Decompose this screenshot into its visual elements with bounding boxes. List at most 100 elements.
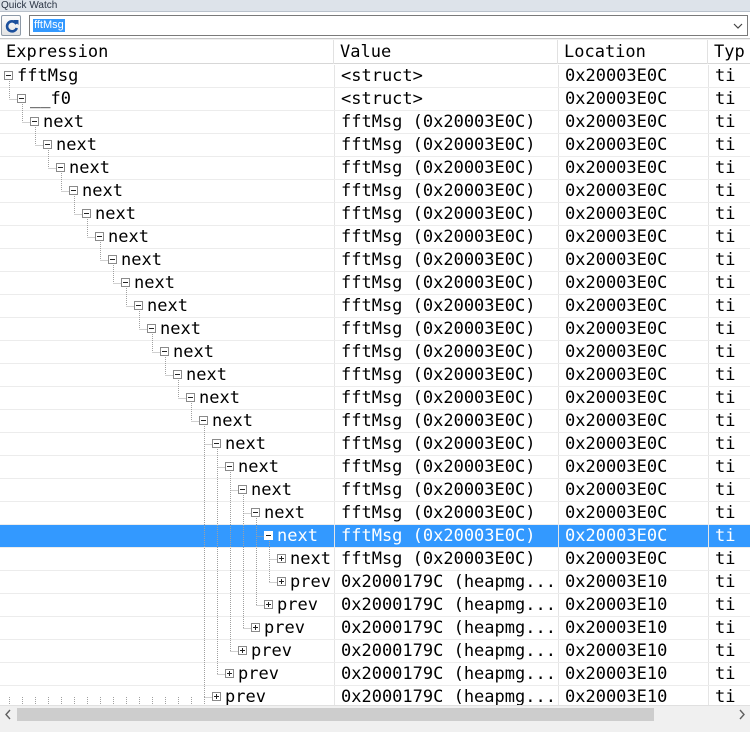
location-cell: 0x20003E0C	[558, 65, 708, 87]
value-cell: fftMsg (0x20003E0C)	[334, 364, 558, 386]
value-cell: 0x2000179C (heapmg...	[334, 686, 558, 705]
location-cell: 0x20003E10	[558, 663, 708, 685]
location-cell: 0x20003E0C	[558, 479, 708, 501]
value-cell: 0x2000179C (heapmg...	[334, 594, 558, 616]
type-cell: ti	[708, 88, 750, 110]
type-cell: ti	[708, 525, 750, 547]
location-cell: 0x20003E0C	[558, 548, 708, 570]
type-cell: ti	[708, 594, 750, 616]
type-cell: ti	[708, 456, 750, 478]
value-cell: fftMsg (0x20003E0C)	[334, 341, 558, 363]
horizontal-scrollbar[interactable]	[0, 705, 750, 722]
location-cell: 0x20003E0C	[558, 203, 708, 225]
value-cell: fftMsg (0x20003E0C)	[334, 525, 558, 547]
value-cell: fftMsg (0x20003E0C)	[334, 502, 558, 524]
type-cell: ti	[708, 410, 750, 432]
value-cell: fftMsg (0x20003E0C)	[334, 456, 558, 478]
type-cell: ti	[708, 226, 750, 248]
type-cell: ti	[708, 318, 750, 340]
value-cell: 0x2000179C (heapmg...	[334, 640, 558, 662]
value-cell: fftMsg (0x20003E0C)	[334, 548, 558, 570]
value-cell: fftMsg (0x20003E0C)	[334, 180, 558, 202]
location-cell: 0x20003E0C	[558, 111, 708, 133]
type-cell: ti	[708, 364, 750, 386]
location-cell: 0x20003E0C	[558, 295, 708, 317]
scroll-left-icon[interactable]	[0, 706, 17, 723]
value-cell: fftMsg (0x20003E0C)	[334, 111, 558, 133]
type-cell: ti	[708, 571, 750, 593]
grid-header: Expression Value Location Typ	[0, 40, 750, 64]
type-cell: ti	[708, 180, 750, 202]
column-header-value[interactable]: Value	[334, 40, 558, 64]
location-cell: 0x20003E0C	[558, 157, 708, 179]
type-cell: ti	[708, 479, 750, 501]
refresh-button[interactable]	[1, 15, 21, 36]
location-cell: 0x20003E0C	[558, 318, 708, 340]
type-cell: ti	[708, 65, 750, 87]
scrollbar-thumb[interactable]	[17, 708, 654, 721]
type-cell: ti	[708, 157, 750, 179]
location-cell: 0x20003E0C	[558, 272, 708, 294]
value-cell: fftMsg (0x20003E0C)	[334, 134, 558, 156]
type-cell: ti	[708, 111, 750, 133]
type-cell: ti	[708, 387, 750, 409]
location-cell: 0x20003E0C	[558, 364, 708, 386]
tree-guides	[9, 81, 277, 705]
type-cell: ti	[708, 548, 750, 570]
value-cell: fftMsg (0x20003E0C)	[334, 479, 558, 501]
expression-input[interactable]: fftMsg	[33, 19, 65, 32]
column-header-location[interactable]: Location	[558, 40, 708, 64]
type-cell: ti	[708, 502, 750, 524]
window-titlebar: Quick Watch	[0, 0, 750, 12]
value-cell: fftMsg (0x20003E0C)	[334, 387, 558, 409]
location-cell: 0x20003E0C	[558, 134, 708, 156]
type-cell: ti	[708, 640, 750, 662]
value-cell: fftMsg (0x20003E0C)	[334, 410, 558, 432]
type-cell: ti	[708, 295, 750, 317]
type-cell: ti	[708, 249, 750, 271]
location-cell: 0x20003E0C	[558, 387, 708, 409]
location-cell: 0x20003E0C	[558, 88, 708, 110]
value-cell: fftMsg (0x20003E0C)	[334, 203, 558, 225]
location-cell: 0x20003E0C	[558, 525, 708, 547]
location-cell: 0x20003E10	[558, 571, 708, 593]
type-cell: ti	[708, 203, 750, 225]
location-cell: 0x20003E0C	[558, 502, 708, 524]
value-cell: fftMsg (0x20003E0C)	[334, 249, 558, 271]
scroll-right-icon[interactable]	[733, 706, 750, 723]
expression-combobox[interactable]: fftMsg	[29, 15, 748, 36]
location-cell: 0x20003E10	[558, 594, 708, 616]
location-cell: 0x20003E10	[558, 617, 708, 639]
location-cell: 0x20003E0C	[558, 410, 708, 432]
watch-grid: Expression Value Location Typ fftMsg <str…	[0, 40, 750, 705]
value-cell: fftMsg (0x20003E0C)	[334, 318, 558, 340]
value-cell: <struct>	[334, 88, 558, 110]
location-cell: 0x20003E10	[558, 686, 708, 705]
value-cell: fftMsg (0x20003E0C)	[334, 157, 558, 179]
window-bottom-edge	[0, 722, 750, 732]
type-cell: ti	[708, 617, 750, 639]
value-cell: fftMsg (0x20003E0C)	[334, 433, 558, 455]
type-cell: ti	[708, 341, 750, 363]
value-cell: 0x2000179C (heapmg...	[334, 571, 558, 593]
value-cell: fftMsg (0x20003E0C)	[334, 295, 558, 317]
type-cell: ti	[708, 134, 750, 156]
location-cell: 0x20003E0C	[558, 433, 708, 455]
window-title: Quick Watch	[1, 0, 58, 11]
location-cell: 0x20003E0C	[558, 456, 708, 478]
column-header-type[interactable]: Typ	[708, 40, 750, 64]
location-cell: 0x20003E0C	[558, 249, 708, 271]
value-cell: 0x2000179C (heapmg...	[334, 663, 558, 685]
refresh-icon	[5, 20, 19, 33]
location-cell: 0x20003E0C	[558, 341, 708, 363]
value-cell: 0x2000179C (heapmg...	[334, 617, 558, 639]
toolbar: fftMsg	[0, 12, 750, 39]
type-cell: ti	[708, 433, 750, 455]
location-cell: 0x20003E10	[558, 640, 708, 662]
chevron-down-icon[interactable]	[732, 20, 744, 32]
column-header-expression[interactable]: Expression	[0, 40, 334, 64]
location-cell: 0x20003E0C	[558, 180, 708, 202]
value-cell: fftMsg (0x20003E0C)	[334, 226, 558, 248]
value-cell: fftMsg (0x20003E0C)	[334, 272, 558, 294]
type-cell: ti	[708, 686, 750, 705]
